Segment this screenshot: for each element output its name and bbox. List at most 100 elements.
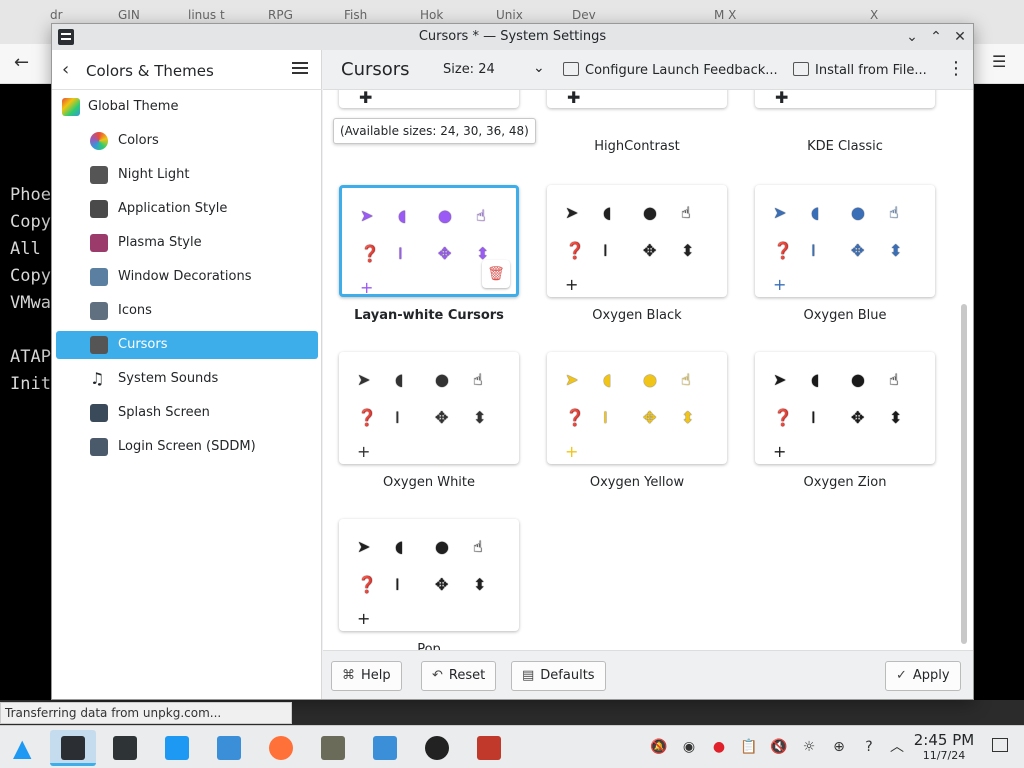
- sidebar-item-plasma-style[interactable]: Plasma Style: [56, 229, 318, 257]
- expand-tray-icon[interactable]: ︿: [888, 738, 906, 756]
- theme-label: Oxygen White: [382, 475, 476, 490]
- cursor-preview-icon: ⬍: [681, 241, 695, 260]
- defaults-label: Defaults: [540, 668, 595, 683]
- help-icon[interactable]: ?: [860, 738, 878, 756]
- sidebar-item-label: Plasma Style: [118, 235, 202, 250]
- sidebar-item-label: Login Screen (SDDM): [118, 439, 256, 454]
- taskbar-gimp[interactable]: [310, 730, 356, 766]
- obs-icon: [425, 736, 449, 760]
- chevron-down-icon: ⌄: [533, 60, 545, 76]
- cursor-preview-icon: ➤: [360, 206, 374, 225]
- sidebar-item-application-style[interactable]: Application Style: [56, 195, 318, 223]
- night-light-icon: [90, 166, 108, 184]
- more-options-icon[interactable]: ⋮: [947, 58, 965, 79]
- cursor-preview-icon: ⬍: [473, 575, 487, 594]
- taskbar-system-settings[interactable]: [50, 730, 96, 766]
- cursor-preview-icon: ◖: [811, 370, 820, 389]
- theme-card-pop[interactable]: ➤ ◖ ● ☝ ❓ I ✥ ⬍ +: [339, 519, 519, 631]
- theme-card-layan-white-cursors[interactable]: ➤ ◖ ● ☝ ❓ I ✥ ⬍ + 🗑: [339, 185, 519, 297]
- obs-tray-icon[interactable]: ◉: [680, 738, 698, 756]
- configure-launch-feedback-button[interactable]: Configure Launch Feedback...: [563, 62, 778, 78]
- cursor-preview-icon: ✥: [851, 241, 865, 260]
- hamburger-menu-icon[interactable]: ☰: [992, 52, 1006, 71]
- taskbar-files[interactable]: [362, 730, 408, 766]
- theme-label: Oxygen Blue: [803, 308, 887, 323]
- taskbar-obs[interactable]: [414, 730, 460, 766]
- cursor-preview-icon: ☝: [681, 370, 691, 389]
- theme-card-partial[interactable]: ✚: [339, 90, 519, 108]
- notifications-muted-icon[interactable]: 🔕: [650, 738, 668, 756]
- taskbar-app-launcher[interactable]: ▲: [2, 730, 48, 766]
- size-tooltip: (Available sizes: 24, 30, 36, 48): [333, 118, 536, 144]
- network-icon[interactable]: ⊕: [830, 738, 848, 756]
- record-icon[interactable]: ●: [710, 738, 728, 756]
- taskbar-firefox[interactable]: [258, 730, 304, 766]
- theme-card-oxygen-blue[interactable]: ➤ ◖ ● ☝ ❓ I ✥ ⬍ +: [755, 185, 935, 297]
- cursor-preview-icon: I: [811, 408, 816, 427]
- cursor-preview-icon: I: [398, 244, 403, 263]
- theme-card-highcontrast[interactable]: ✚: [547, 90, 727, 108]
- crosshair-cursor-icon: ✚: [359, 90, 373, 107]
- taskbar-game[interactable]: [466, 730, 512, 766]
- sidebar-item-label: Colors: [118, 133, 159, 148]
- taskbar-discover[interactable]: [154, 730, 200, 766]
- terminal-line: All: [10, 239, 41, 259]
- back-arrow-icon[interactable]: ←: [14, 52, 29, 73]
- taskbar-konsole[interactable]: [102, 730, 148, 766]
- defaults-icon: ▤: [522, 668, 535, 683]
- window-titlebar[interactable]: Cursors * — System Settings ⌄ ⌃ ✕: [52, 24, 973, 50]
- brightness-icon[interactable]: ☼: [800, 738, 818, 756]
- reset-button[interactable]: ↶ Reset: [421, 661, 497, 691]
- defaults-button[interactable]: ▤ Defaults: [511, 661, 606, 691]
- sidebar-item-night-light[interactable]: Night Light: [56, 161, 318, 189]
- theme-card-kde-classic[interactable]: ✚: [755, 90, 935, 108]
- apply-button[interactable]: ✓ Apply: [885, 661, 961, 691]
- delete-trash-icon[interactable]: 🗑: [482, 260, 510, 288]
- maximize-button[interactable]: ⌃: [926, 27, 946, 47]
- theme-card-oxygen-yellow[interactable]: ➤ ◖ ● ☝ ❓ I ✥ ⬍ +: [547, 352, 727, 464]
- hamburger-menu-icon[interactable]: [292, 62, 308, 74]
- theme-card-oxygen-white[interactable]: ➤ ◖ ● ☝ ❓ I ✥ ⬍ +: [339, 352, 519, 464]
- clipboard-icon[interactable]: 📋: [740, 738, 758, 756]
- install-file-icon: [793, 62, 809, 76]
- minimize-button[interactable]: ⌄: [902, 27, 922, 47]
- taskbar-dolphin[interactable]: [206, 730, 252, 766]
- sidebar-item-global-theme[interactable]: Global Theme: [56, 93, 318, 121]
- system-sounds-icon: ♫: [90, 369, 105, 388]
- colors-icon: [90, 132, 108, 150]
- configure-launch-feedback-label: Configure Launch Feedback...: [585, 63, 778, 78]
- theme-card-oxygen-zion[interactable]: ➤ ◖ ● ☝ ❓ I ✥ ⬍ +: [755, 352, 935, 464]
- clock-date[interactable]: 11/7/24: [906, 749, 982, 762]
- sidebar-item-cursors[interactable]: Cursors: [56, 331, 318, 359]
- cursor-preview-icon: ◖: [603, 203, 612, 222]
- cursor-preview-icon: ◖: [395, 370, 404, 389]
- theme-card-oxygen-black[interactable]: ➤ ◖ ● ☝ ❓ I ✥ ⬍ +: [547, 185, 727, 297]
- sidebar-item-colors[interactable]: Colors: [56, 127, 318, 155]
- size-select[interactable]: Size: 24 ⌄: [443, 60, 547, 77]
- crosshair-cursor-icon: +: [773, 275, 787, 294]
- help-button[interactable]: ⌘ Help: [331, 661, 402, 691]
- close-button[interactable]: ✕: [950, 27, 970, 47]
- volume-muted-icon[interactable]: 🔇: [770, 738, 788, 756]
- cursor-preview-icon: ●: [643, 370, 657, 389]
- back-chevron-icon[interactable]: ‹: [62, 59, 69, 80]
- cursor-theme-grid: ✚ ✚ ✚ HighContrast KDE Classic ➤ ◖ ● ☝ ❓ I ✥ ⬍ +…: [323, 90, 973, 650]
- sidebar-item-window-decorations[interactable]: Window Decorations: [56, 263, 318, 291]
- sidebar-item-splash-screen[interactable]: Splash Screen: [56, 399, 318, 427]
- clock-time[interactable]: 2:45 PM: [906, 731, 982, 749]
- cursor-preview-icon: ●: [435, 537, 449, 556]
- reset-label: Reset: [448, 668, 486, 683]
- cursor-preview-icon: ☝: [473, 370, 483, 389]
- sidebar-item-icons[interactable]: Icons: [56, 297, 318, 325]
- cursor-preview-icon: ●: [643, 203, 657, 222]
- sidebar-item-system-sounds[interactable]: ♫ System Sounds: [56, 365, 318, 393]
- scrollbar-thumb[interactable]: [961, 304, 967, 644]
- discover-icon: [165, 736, 189, 760]
- show-desktop-icon[interactable]: [992, 738, 1008, 752]
- scrollbar[interactable]: [959, 90, 969, 650]
- install-from-file-button[interactable]: Install from File...: [793, 62, 927, 78]
- cursor-preview-icon: ●: [438, 206, 452, 225]
- global-theme-icon: [62, 98, 80, 116]
- sidebar-item-login-screen-sddm[interactable]: Login Screen (SDDM): [56, 433, 318, 461]
